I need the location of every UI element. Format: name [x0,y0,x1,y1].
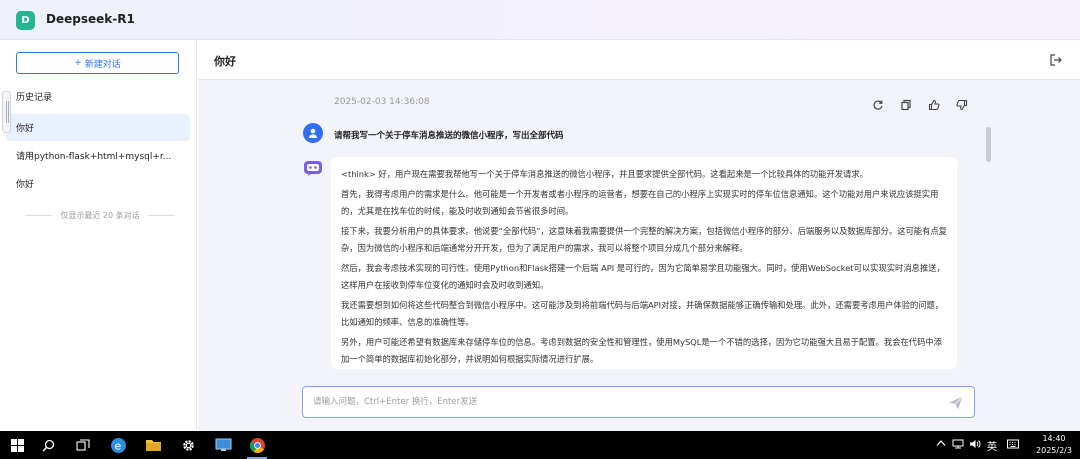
refresh-icon[interactable] [872,96,884,110]
volume-icon[interactable] [969,439,981,452]
chat-scrollbar[interactable] [986,127,991,162]
user-message: 请帮我写一个关于停车消息推送的微信小程序，写出全部代码 [334,131,564,141]
keyboard-icon[interactable] [1007,439,1019,452]
message-input-box[interactable] [302,386,975,418]
chat-header: 你好 [198,40,1080,80]
answer-paragraph: 另外，用户可能还希望有数据库来存储停车位的信息。考虑到数据的安全性和管理性，使用… [341,337,942,364]
thumbs-down-icon[interactable] [956,96,968,111]
sidebar: + 新建对话 历史记录 你好 请用python-flask+html+mysql… [0,40,197,431]
history-item[interactable]: 请用python-flask+html+mysql+r... [6,142,190,169]
robot-icon [304,161,322,177]
network-icon[interactable] [952,439,964,452]
search-icon[interactable] [38,435,58,455]
app-header: D Deepseek-R1 [0,0,1080,40]
history-item[interactable]: 你好 [6,170,190,197]
clock-time: 14:40 [1042,434,1066,443]
history-limit-note: 仅显示最近 20 条对话 [25,210,176,221]
windows-taskbar: e 英 14:40 2025/2/3 [0,431,1080,459]
plus-icon: + [74,58,82,68]
ime-language-indicator[interactable]: 英 [987,438,997,453]
user-avatar [303,123,323,143]
message-actions [870,96,970,111]
history-title: 历史记录 [16,93,53,103]
message-timestamp: 2025-02-03 14:36:08 [334,97,430,107]
file-explorer-icon[interactable] [143,435,163,455]
remote-desktop-icon[interactable] [213,435,233,455]
divider [25,215,53,216]
app-logo: D [16,11,35,30]
copy-icon[interactable] [900,96,912,111]
app-title: Deepseek-R1 [46,12,135,26]
edge-browser-icon[interactable]: e [108,435,128,455]
chat-area: 你好 2025-02-03 14:36:08 请帮我写一个关于停车消息推送的微信… [198,40,1080,431]
system-clock[interactable]: 14:40 2025/2/3 [1030,433,1078,457]
clock-date: 2025/2/3 [1036,446,1072,455]
divider [147,215,176,216]
windows-start-icon[interactable] [7,435,27,455]
history-limit-text: 仅显示最近 20 条对话 [60,211,140,220]
answer-paragraph: <think> 好，用户现在需要我帮他写一个关于停车消息推送的微信小程序，并且要… [341,169,868,179]
answer-paragraph: 接下来，我要分析用户的具体要求。他说要“全部代码”，这意味着我需要提供一个完整的… [341,226,947,253]
history-item[interactable]: 你好 [6,114,190,141]
task-view-icon[interactable] [73,435,93,455]
new-chat-label: 新建对话 [84,59,121,70]
exit-icon[interactable] [1049,53,1063,67]
svg-text:e: e [114,439,121,452]
chat-title: 你好 [214,55,236,68]
new-chat-button[interactable]: + 新建对话 [16,52,179,74]
answer-paragraph: 我还需要想到如何将这些代码整合到微信小程序中。这可能涉及到将前端代码与后端API… [341,300,944,327]
assistant-message: <think> 好，用户现在需要我帮他写一个关于停车消息推送的微信小程序，并且要… [331,157,957,369]
chrome-browser-icon[interactable] [247,435,267,455]
answer-paragraph: 然后，我会考虑技术实现的可行性。使用Python和Flask搭建一个后端 API… [341,263,945,290]
sidebar-collapse-handle[interactable] [2,91,11,133]
settings-gear-icon[interactable] [178,435,198,455]
message-input[interactable] [313,394,933,410]
chevron-up-icon[interactable] [936,439,946,450]
thumbs-up-icon[interactable] [928,96,940,111]
send-icon[interactable] [948,395,964,411]
answer-paragraph: 首先，我得考虑用户的需求是什么。他可能是一个开发者或者小程序的运营者，想要在自己… [341,189,939,216]
